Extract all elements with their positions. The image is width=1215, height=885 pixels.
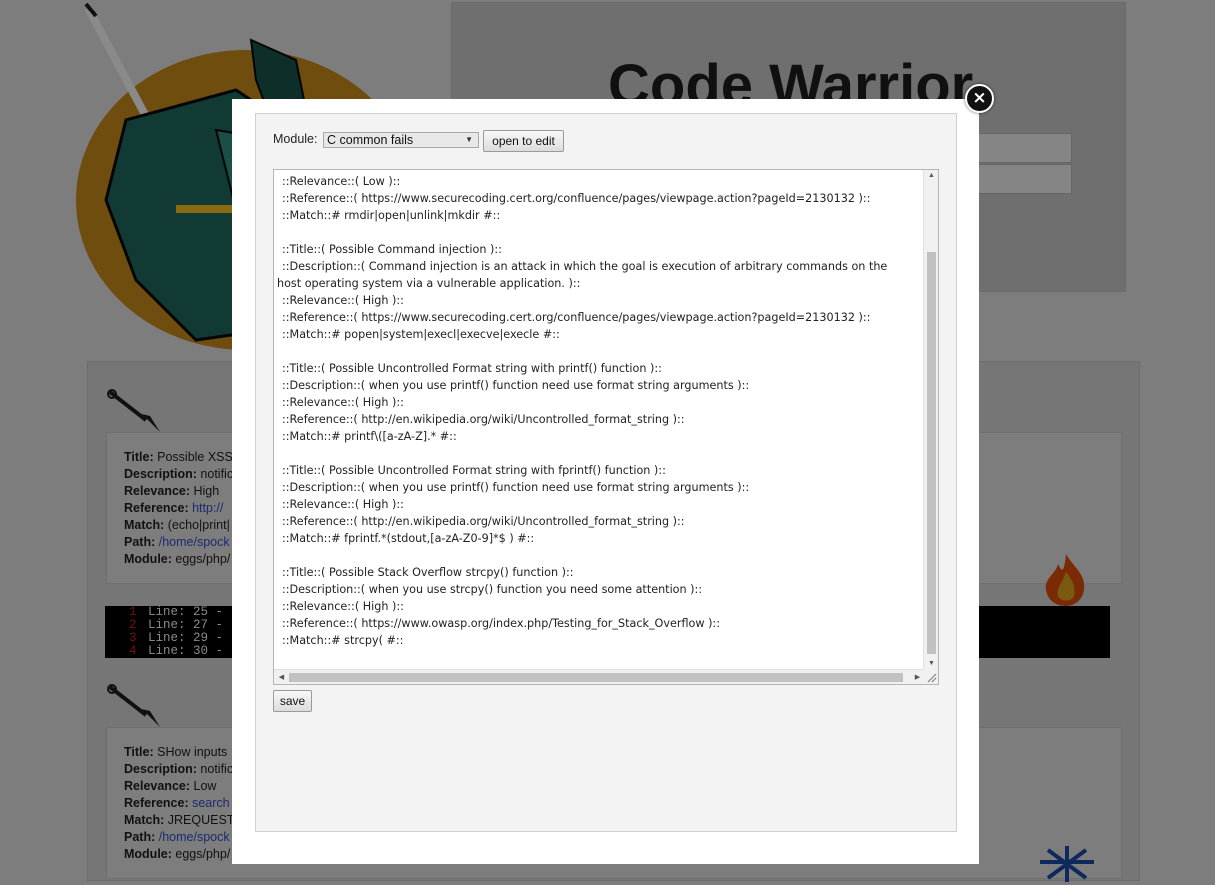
card-relevance: High [193, 484, 220, 498]
kunai-icon [106, 388, 162, 434]
chevron-down-icon: ▼ [465, 135, 473, 144]
editor-line: ::Title::( Possible Uncontrolled Format … [282, 362, 662, 375]
editor-content: ::Relevance::( Low )::::Reference::( htt… [276, 170, 924, 649]
editor-line: host operating system via a vulnerable a… [277, 277, 581, 290]
card-description: notific [200, 762, 234, 776]
editor-line: ::Reference::( https://www.securecoding.… [282, 192, 871, 205]
card-match: JREQUEST [167, 813, 235, 827]
card-title: SHow inputs [157, 745, 228, 759]
scroll-left-arrow-icon[interactable]: ◀ [274, 673, 289, 681]
editor-line: ::Reference::( https://www.owasp.org/ind… [282, 617, 720, 630]
card-title: Possible XSS [157, 450, 233, 464]
editor-line: ::Reference::( https://www.securecoding.… [282, 311, 871, 324]
vertical-scroll-thumb[interactable] [927, 252, 936, 654]
editor-line: ::Relevance::( High ):: [282, 498, 404, 511]
vertical-scrollbar[interactable]: ▲ ▼ [923, 170, 938, 669]
scroll-up-arrow-icon[interactable]: ▲ [924, 172, 938, 179]
editor-line: ::Relevance::( High ):: [282, 600, 404, 613]
module-selected-value: C common fails [327, 133, 414, 147]
editor-line: ::Match::# strcpy( #:: [282, 634, 404, 647]
editor-line: ::Match::# popen|system|execl|execve|exe… [282, 328, 560, 341]
fire-icon [1040, 552, 1092, 606]
card-path-link: /home/spock [158, 535, 230, 549]
editor-line: ::Relevance::( High ):: [282, 294, 404, 307]
editor-line: ::Relevance::( High ):: [282, 396, 404, 409]
close-dialog-button[interactable]: × [965, 84, 994, 113]
close-icon: × [972, 88, 987, 108]
card-relevance: Low [193, 779, 217, 793]
editor-line: ::Title::( Possible Command injection ):… [282, 243, 502, 256]
editor-line: ::Reference::( http://en.wikipedia.org/w… [282, 515, 685, 528]
module-select[interactable]: C common fails ▼ [323, 132, 479, 148]
editor-line: ::Description::( when you use printf() f… [282, 379, 750, 392]
scroll-down-arrow-icon[interactable]: ▼ [924, 660, 938, 667]
editor-line: ::Description::( when you use printf() f… [282, 481, 750, 494]
card-match: (echo|print| [167, 518, 230, 532]
editor-line: ::Title::( Possible Uncontrolled Format … [282, 464, 666, 477]
editor-line: ::Match::# rmdir|open|unlink|mkdir #:: [282, 209, 501, 222]
editor-line: ::Reference::( http://en.wikipedia.org/w… [282, 413, 685, 426]
card-module: eggs/php/ [175, 847, 231, 861]
editor-line: ::Relevance::( Low ):: [282, 175, 401, 188]
card-reference-link: search [192, 796, 230, 810]
module-editor-textarea[interactable]: ::Relevance::( Low )::::Reference::( htt… [273, 169, 939, 685]
editor-line: ::Match::# fprintf.*(stdout,[a-zA-Z0-9]*… [282, 532, 535, 545]
card-description: notific [200, 467, 234, 481]
snowflake-icon [1032, 842, 1102, 882]
editor-line: ::Match::# printf\([a-zA-Z].* #:: [282, 430, 457, 443]
editor-line: ::Description::( when you use strcpy() f… [282, 583, 703, 596]
resize-handle-icon[interactable] [923, 669, 938, 684]
open-to-edit-button[interactable]: open to edit [483, 130, 564, 152]
horizontal-scrollbar[interactable]: ◀ ▶ [274, 669, 925, 684]
save-button[interactable]: save [273, 690, 312, 712]
horizontal-scroll-thumb[interactable] [289, 673, 903, 682]
editor-line: ::Description::( Command injection is an… [282, 260, 888, 273]
module-label: Module: [273, 132, 318, 146]
editor-line: ::Title::( Possible Stack Overflow strcp… [282, 566, 574, 579]
card-path-link: /home/spock [158, 830, 230, 844]
card-module: eggs/php/ [175, 552, 231, 566]
kunai-icon [106, 683, 162, 729]
card-reference-link: http:// [192, 501, 224, 515]
